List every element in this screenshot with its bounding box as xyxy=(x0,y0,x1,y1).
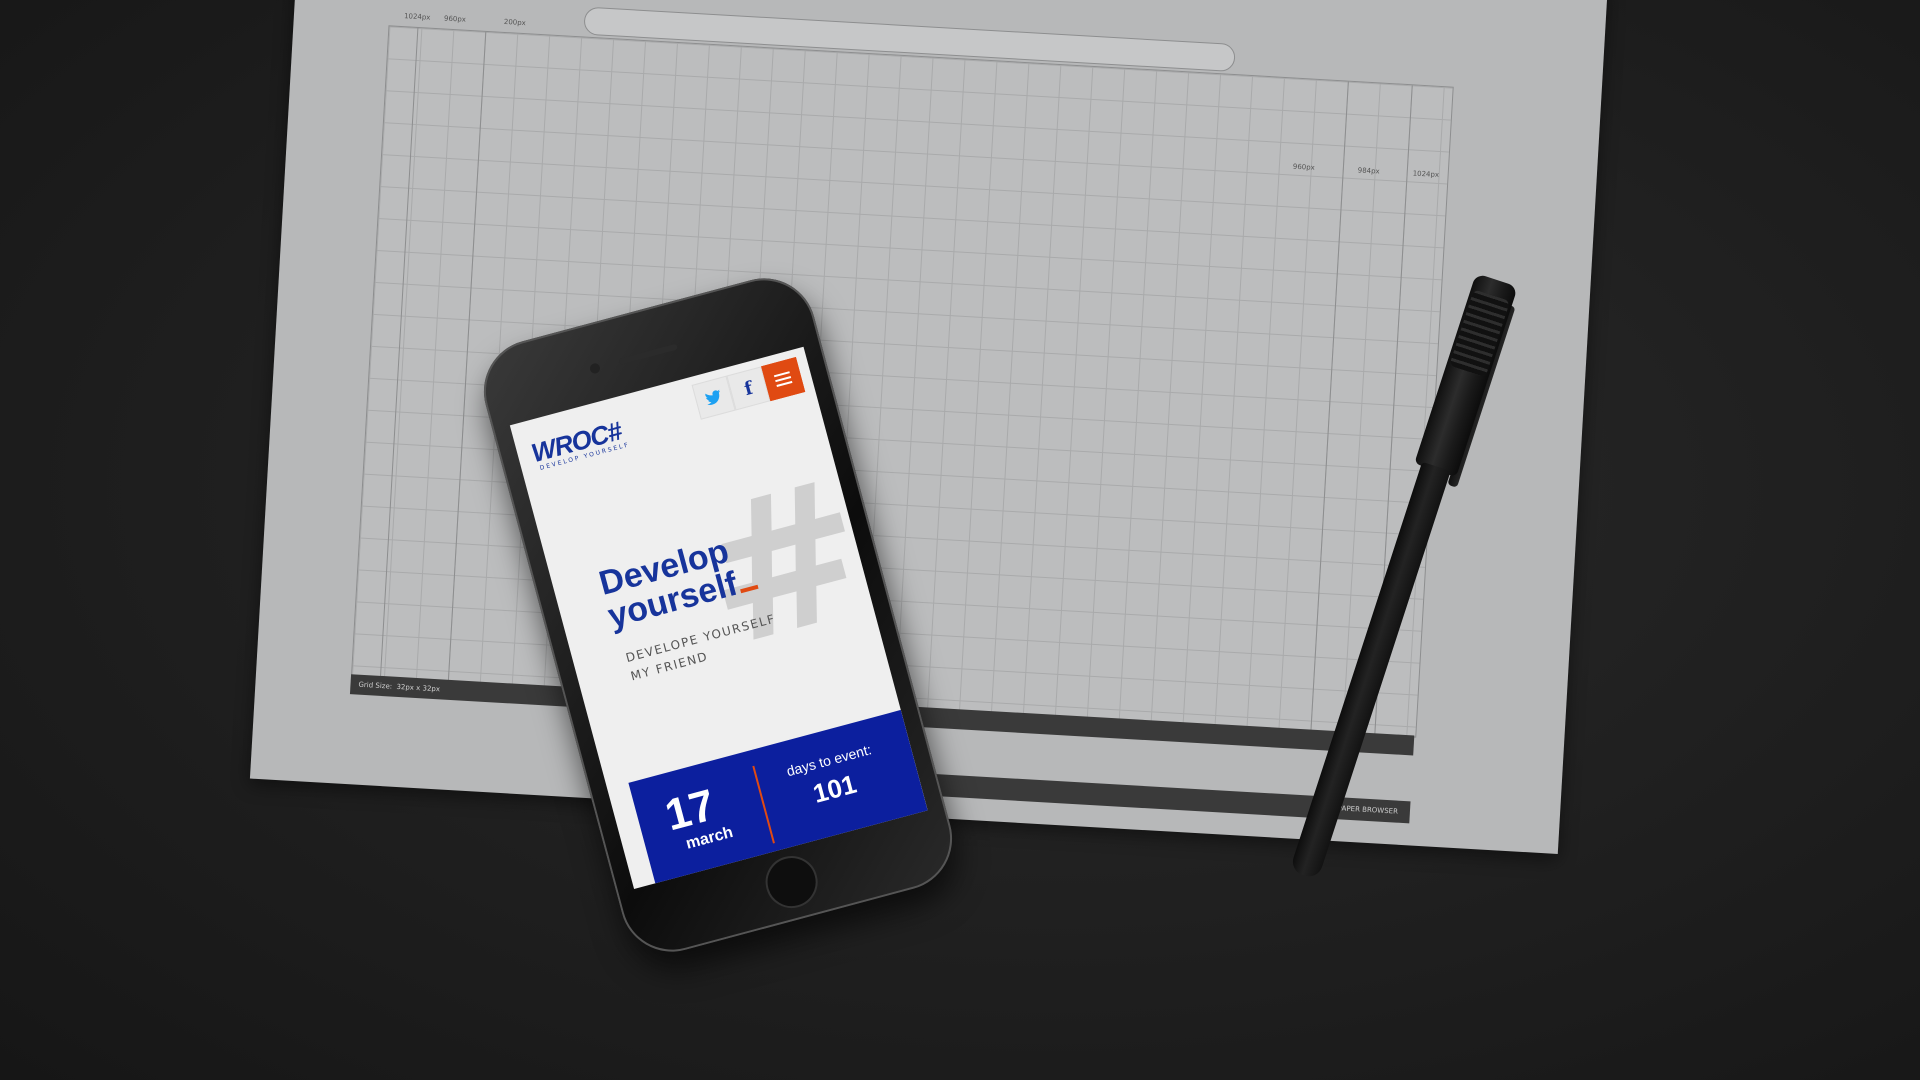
grid-guide-line xyxy=(379,27,419,677)
front-camera xyxy=(588,362,602,375)
ruler-label: 1024px xyxy=(403,12,431,22)
ruler-label: 960px xyxy=(1292,162,1316,172)
days-to-event-count: 101 xyxy=(809,768,860,809)
grid-size-label: Grid Size: xyxy=(358,680,393,691)
grid-guide-line xyxy=(447,31,487,681)
ruler-label: 984px xyxy=(1357,166,1380,176)
menu-button[interactable] xyxy=(761,357,806,402)
home-button[interactable] xyxy=(759,850,824,914)
ruler-label: 960px xyxy=(443,14,467,24)
ruler-label: 200px xyxy=(503,17,527,28)
grid-guide-line xyxy=(1310,81,1349,731)
facebook-icon: f xyxy=(741,377,755,400)
paper-sheet: 1024px 960px 200px 960px 984px 1024px Gr… xyxy=(249,0,1608,854)
grid-size-value: 32px x 32px xyxy=(396,682,441,694)
ruler-label: 1024px xyxy=(1412,169,1440,180)
event-divider xyxy=(752,765,775,844)
cursor-underscore xyxy=(740,584,759,594)
menu-icon xyxy=(773,371,793,387)
earpiece-speaker xyxy=(618,343,678,365)
twitter-icon xyxy=(705,389,721,405)
